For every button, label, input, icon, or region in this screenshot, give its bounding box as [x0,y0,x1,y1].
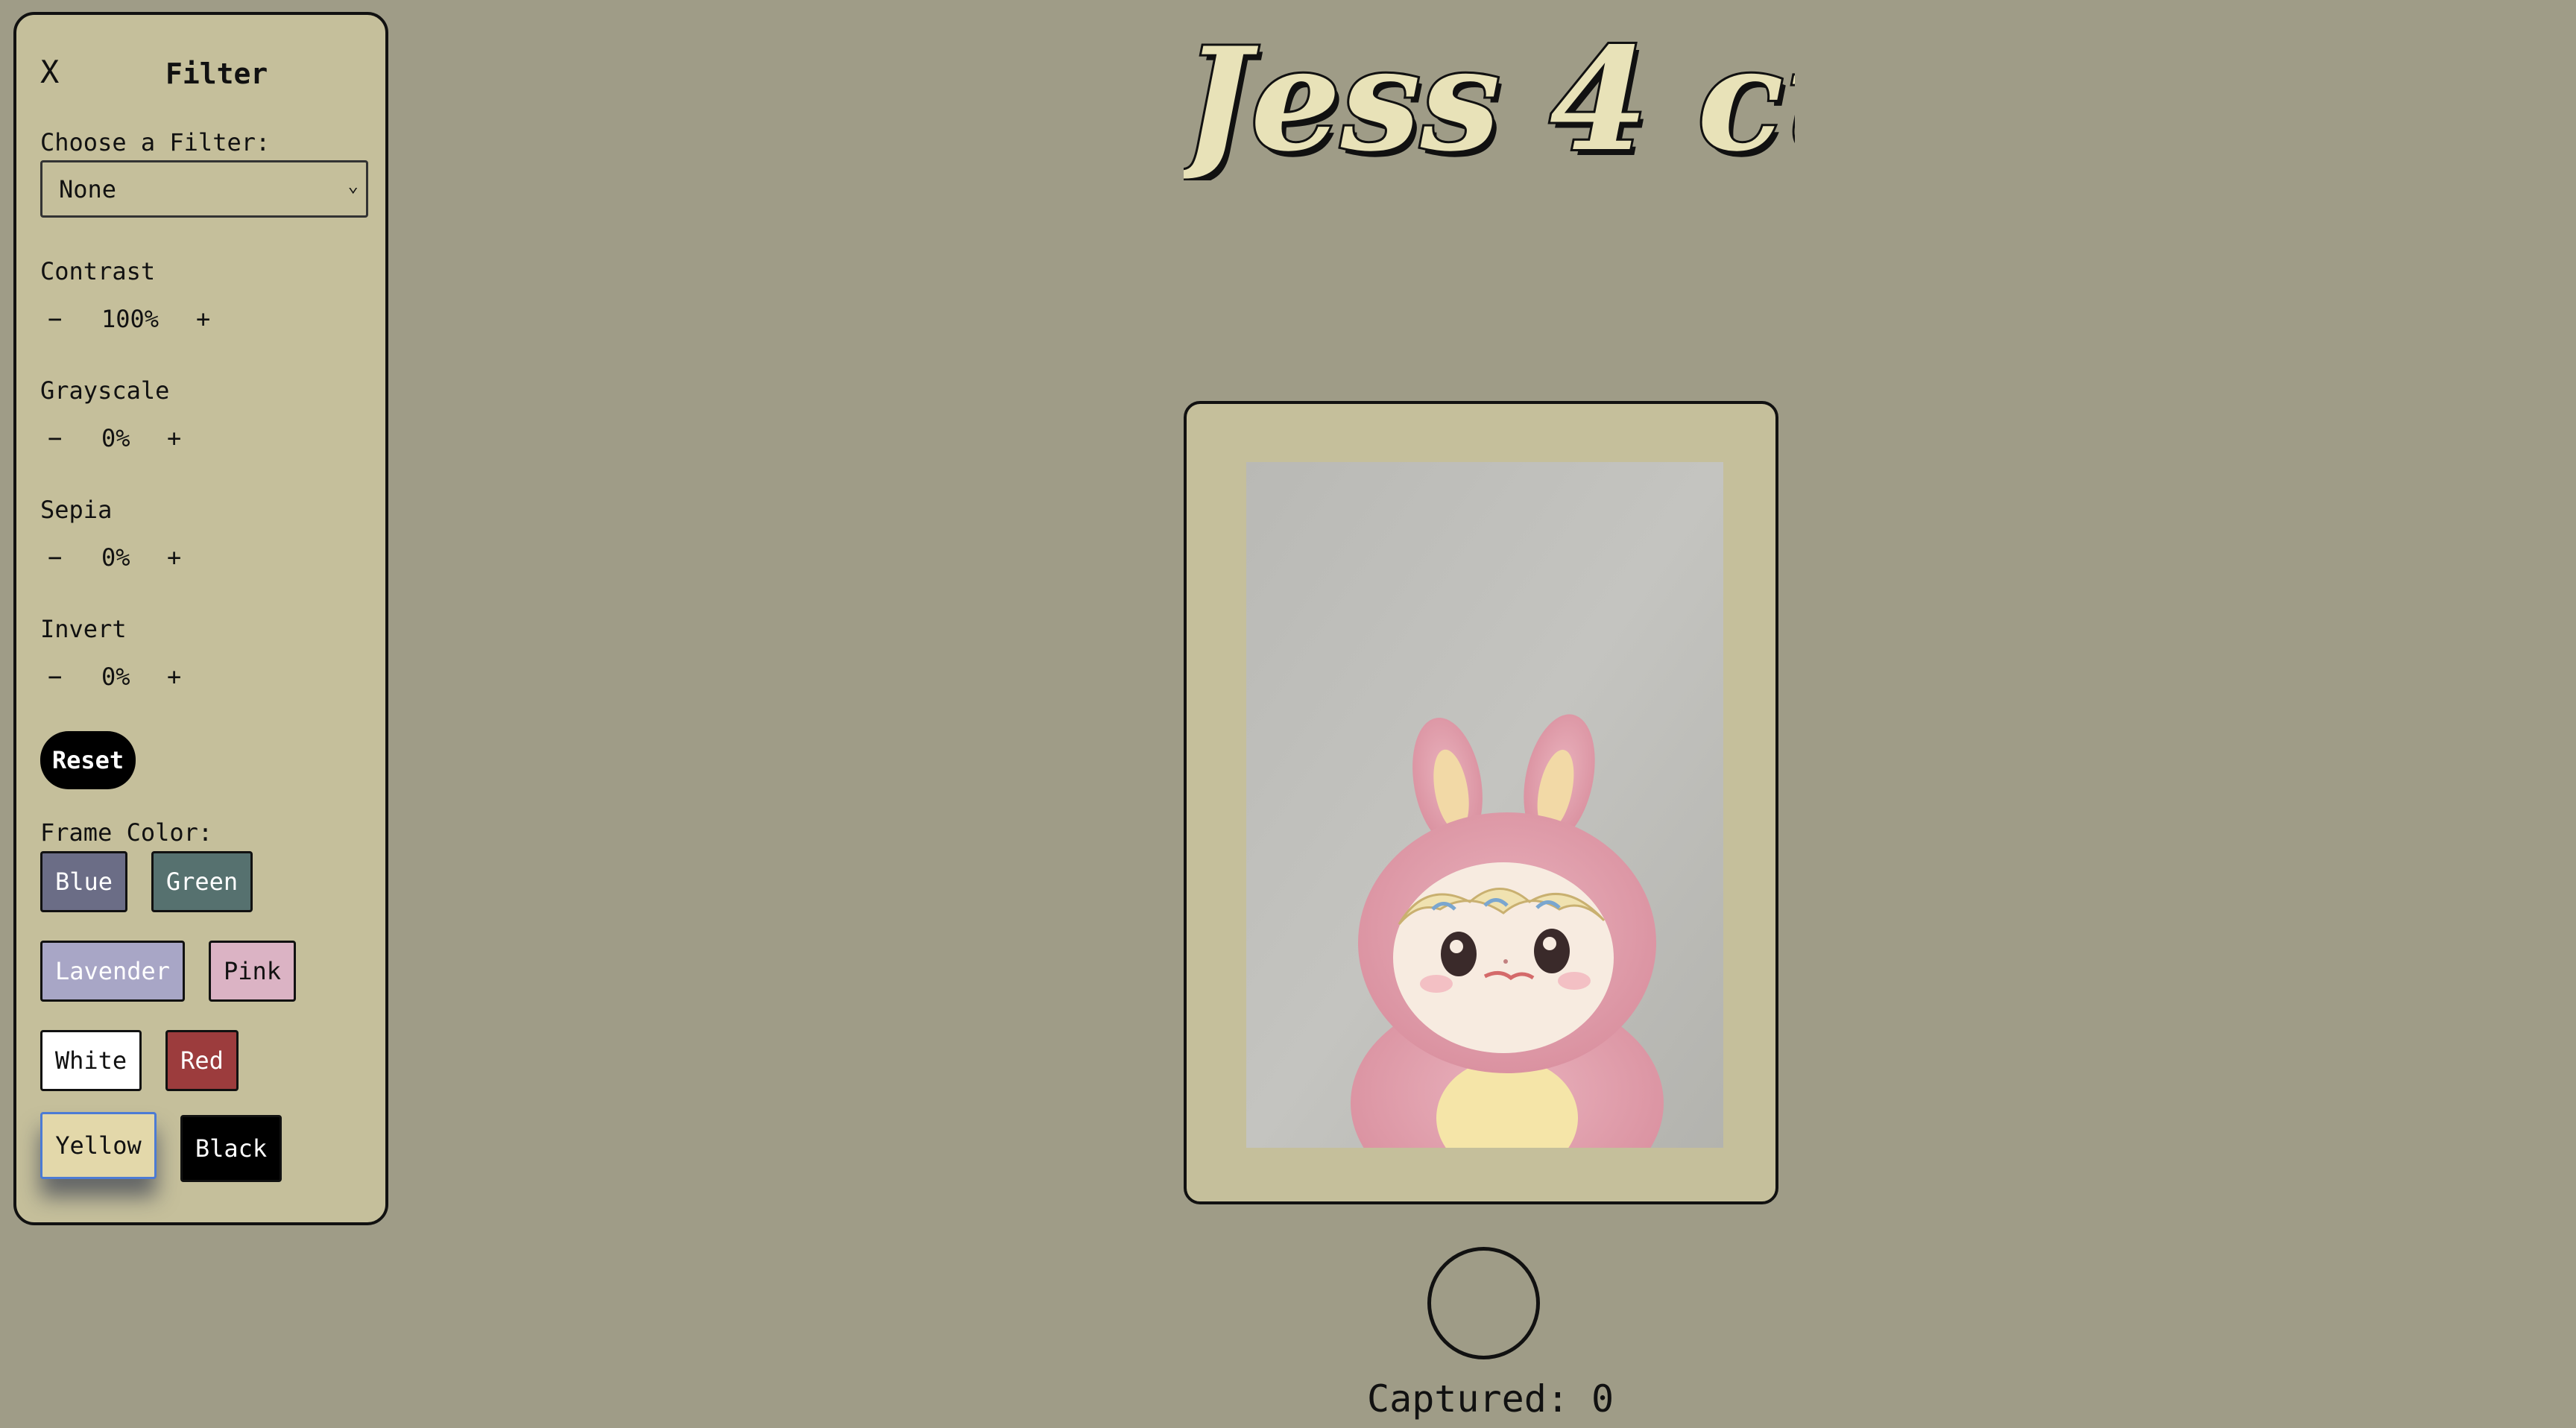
grayscale-label: Grayscale [40,376,170,405]
filter-select[interactable]: None ⌄ [40,160,368,218]
contrast-label: Contrast [40,257,156,285]
close-button[interactable]: X [40,57,59,88]
title-text: Jess 4 cut [1184,16,1795,180]
grayscale-value: 0% [101,424,130,452]
capture-button[interactable] [1427,1247,1540,1359]
frame-color-yellow-button[interactable]: Yellow [40,1112,157,1179]
reset-button[interactable]: Reset [40,731,136,789]
contrast-value: 100% [101,305,160,333]
photo-frame [1184,401,1778,1204]
camera-preview [1246,462,1723,1148]
contrast-increase-button[interactable]: + [196,307,210,331]
captured-count: Captured: 0 [1367,1377,1614,1421]
filter-panel: X Filter Choose a Filter: None ⌄ Contras… [13,12,388,1225]
filter-select-value: None [59,175,117,203]
sepia-value: 0% [101,543,130,572]
frame-color-white-button[interactable]: White [40,1030,142,1091]
grayscale-increase-button[interactable]: + [167,426,181,450]
frame-color-red-button[interactable]: Red [165,1030,239,1091]
frame-color-pink-button[interactable]: Pink [209,941,296,1002]
frame-color-lavender-button[interactable]: Lavender [40,941,185,1002]
sepia-increase-button[interactable]: + [167,546,181,569]
invert-label: Invert [40,615,127,643]
frame-color-black-button[interactable]: Black [180,1115,282,1182]
frame-color-blue-button[interactable]: Blue [40,851,127,912]
grayscale-decrease-button[interactable]: − [48,426,62,450]
contrast-decrease-button[interactable]: − [48,307,62,331]
choose-filter-label: Choose a Filter: [40,128,271,157]
frame-color-label: Frame Color: [40,818,213,847]
frame-color-green-button[interactable]: Green [151,851,253,912]
invert-value: 0% [101,663,130,691]
invert-decrease-button[interactable]: − [48,665,62,689]
panel-title: Filter [165,57,268,90]
chevron-down-icon: ⌄ [347,175,359,196]
sepia-decrease-button[interactable]: − [48,546,62,569]
invert-increase-button[interactable]: + [167,665,181,689]
sepia-label: Sepia [40,496,113,524]
app-title: Jess 4 cut Jess 4 cut [1159,14,1957,189]
